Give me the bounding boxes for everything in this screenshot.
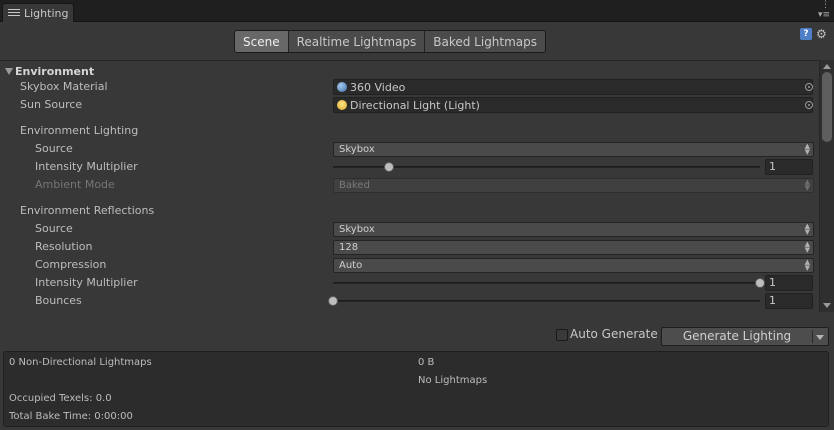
environment-lighting-header-row: Environment Lighting (0, 122, 820, 140)
compression-dropdown[interactable]: Auto ▲ ▼ (333, 258, 814, 273)
slider-thumb[interactable] (328, 296, 338, 306)
ambient-mode-value: Baked (339, 180, 370, 191)
object-picker-icon[interactable] (805, 83, 813, 91)
dropdown-arrows-icon: ▲ ▼ (804, 258, 810, 272)
dropdown-arrows-icon: ▲ ▼ (804, 222, 810, 236)
lighting-intensity-row: Intensity Multiplier 1 (0, 158, 820, 176)
ambient-mode-label: Ambient Mode (35, 178, 115, 191)
chevron-down-icon[interactable] (816, 335, 824, 340)
bounces-field[interactable]: 1 (765, 293, 813, 309)
dropdown-arrows-icon: ▲ ▼ (804, 240, 810, 254)
mode-tab-scene[interactable]: Scene (235, 31, 288, 52)
reflection-intensity-field[interactable]: 1 (765, 275, 813, 291)
skybox-material-field[interactable]: 360 Video (333, 79, 813, 95)
scroll-down-icon[interactable] (823, 303, 831, 308)
lighting-source-value: Skybox (339, 144, 375, 155)
environment-header: Environment (15, 65, 95, 78)
environment-reflections-header-row: Environment Reflections (0, 202, 820, 220)
sun-source-label: Sun Source (20, 98, 83, 111)
total-bake-time: Total Bake Time: 0:00:00 (9, 411, 133, 422)
ambient-mode-row: Ambient Mode Baked ▲ ▼ (0, 176, 820, 194)
sun-source-field[interactable]: Directional Light (Light) (333, 97, 813, 113)
lighting-mode-toolbar: Scene Realtime Lightmaps Baked Lightmaps (234, 30, 547, 53)
dropdown-arrows-icon: ▲ ▼ (804, 178, 810, 192)
no-lightmaps-text: No Lightmaps (418, 375, 488, 386)
reflection-source-label: Source (35, 222, 73, 235)
compression-row: Compression Auto ▲ ▼ (0, 256, 820, 274)
foldout-arrow-icon[interactable] (5, 68, 13, 75)
button-divider (812, 330, 813, 343)
help-icon[interactable]: ? (800, 28, 812, 40)
sun-source-value: Directional Light (Light) (350, 98, 480, 112)
lightbulb-icon (337, 100, 347, 110)
gear-icon[interactable]: ⚙ (816, 27, 827, 41)
resolution-row: Resolution 128 ▲ ▼ (0, 238, 820, 256)
lighting-intensity-slider[interactable] (333, 162, 760, 172)
window-tab-bar: Lighting ⋮ ▾≡ (0, 0, 834, 22)
dropdown-arrows-icon: ▲ ▼ (804, 142, 810, 156)
mode-tab-realtime-lightmaps[interactable]: Realtime Lightmaps (287, 31, 425, 52)
bounces-label: Bounces (35, 294, 82, 307)
vertical-scrollbar[interactable] (819, 60, 834, 312)
auto-generate-label: Auto Generate (570, 327, 658, 341)
lightmap-stats-panel: 0 Non-Directional Lightmaps 0 B No Light… (3, 351, 829, 427)
lightmap-count: 0 Non-Directional Lightmaps (9, 357, 152, 368)
reflection-source-value: Skybox (339, 224, 375, 235)
auto-generate-checkbox[interactable] (556, 329, 568, 341)
lighting-source-row: Source Skybox ▲ ▼ (0, 140, 820, 158)
reflection-source-row: Source Skybox ▲ ▼ (0, 220, 820, 238)
ambient-mode-dropdown: Baked ▲ ▼ (333, 178, 814, 193)
lighting-tab[interactable]: Lighting (2, 3, 74, 22)
mode-tab-baked-lightmaps[interactable]: Baked Lightmaps (424, 31, 546, 52)
compression-label: Compression (35, 258, 107, 271)
slider-thumb[interactable] (383, 162, 394, 172)
generate-bar: Auto Generate Generate Lighting (0, 324, 834, 348)
reflection-source-dropdown[interactable]: Skybox ▲ ▼ (333, 222, 814, 237)
scrollbar-thumb[interactable] (822, 72, 832, 142)
skybox-material-row: Skybox Material 360 Video (0, 78, 820, 96)
lighting-intensity-field[interactable]: 1 (765, 159, 813, 175)
compression-value: Auto (339, 260, 363, 271)
sun-source-row: Sun Source Directional Light (Light) (0, 96, 820, 114)
environment-lighting-header: Environment Lighting (20, 124, 139, 137)
lighting-source-label: Source (35, 142, 73, 155)
resolution-dropdown[interactable]: 128 ▲ ▼ (333, 240, 814, 255)
lighting-intensity-label: Intensity Multiplier (35, 160, 138, 173)
generate-lighting-button[interactable]: Generate Lighting (661, 327, 829, 346)
reflection-intensity-row: Intensity Multiplier 1 (0, 274, 820, 292)
skybox-material-label: Skybox Material (20, 80, 108, 93)
sphere-icon (337, 82, 347, 92)
tab-title: Lighting (24, 6, 69, 20)
scroll-up-icon[interactable] (823, 64, 831, 69)
resolution-label: Resolution (35, 240, 93, 253)
bounces-row: Bounces 1 (0, 292, 820, 310)
resolution-value: 128 (339, 242, 359, 253)
reflection-intensity-slider[interactable] (333, 278, 765, 288)
slider-thumb[interactable] (755, 278, 765, 288)
generate-lighting-label: Generate Lighting (682, 329, 792, 343)
kebab-menu-icon[interactable]: ⋮ ▾≡ (808, 0, 830, 22)
skybox-material-value: 360 Video (350, 80, 406, 94)
inspector-content: Environment Skybox Material 360 Video Su… (0, 60, 820, 312)
object-picker-icon[interactable] (805, 101, 813, 109)
reflection-intensity-label: Intensity Multiplier (35, 276, 138, 289)
environment-reflections-header: Environment Reflections (20, 204, 155, 217)
bounces-slider[interactable] (328, 296, 760, 306)
list-icon (8, 8, 20, 18)
lighting-source-dropdown[interactable]: Skybox ▲ ▼ (333, 142, 814, 157)
lightmap-size: 0 B (418, 357, 435, 368)
occupied-texels: Occupied Texels: 0.0 (9, 393, 112, 404)
